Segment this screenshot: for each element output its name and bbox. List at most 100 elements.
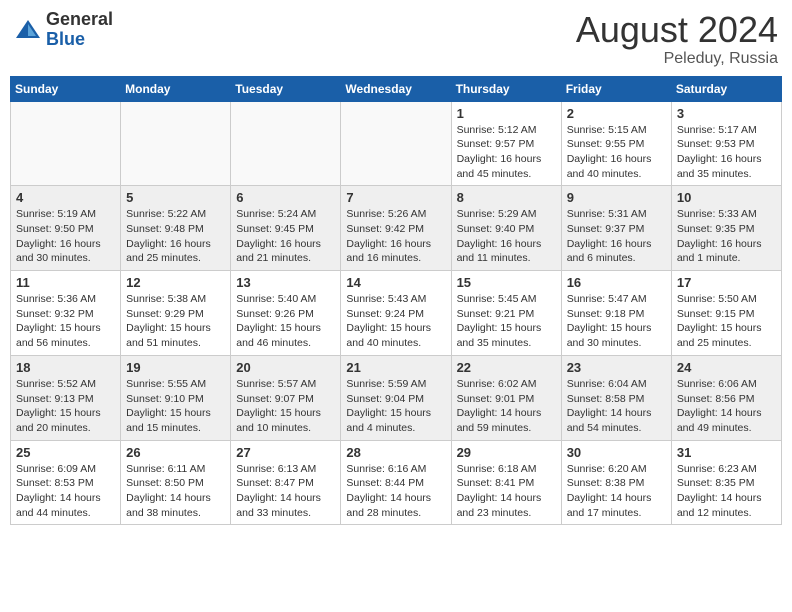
- day-number: 16: [567, 275, 666, 290]
- day-info: Sunrise: 6:18 AM Sunset: 8:41 PM Dayligh…: [457, 462, 556, 521]
- calendar-day-cell: 3 Sunrise: 5:17 AM Sunset: 9:53 PM Daylig…: [671, 101, 781, 186]
- day-number: 24: [677, 360, 776, 375]
- day-info: Sunrise: 6:13 AM Sunset: 8:47 PM Dayligh…: [236, 462, 335, 521]
- calendar-day-cell: [121, 101, 231, 186]
- location-subtitle: Peleduy, Russia: [576, 50, 778, 68]
- day-number: 5: [126, 190, 225, 205]
- day-number: 8: [457, 190, 556, 205]
- logo-text: General Blue: [46, 10, 113, 50]
- weekday-header-row: SundayMondayTuesdayWednesdayThursdayFrid…: [11, 76, 782, 101]
- month-year-title: August 2024: [576, 10, 778, 50]
- day-number: 6: [236, 190, 335, 205]
- day-number: 19: [126, 360, 225, 375]
- calendar-day-cell: 23 Sunrise: 6:04 AM Sunset: 8:58 PM Dayli…: [561, 355, 671, 440]
- day-number: 29: [457, 445, 556, 460]
- day-number: 27: [236, 445, 335, 460]
- day-number: 31: [677, 445, 776, 460]
- day-info: Sunrise: 6:23 AM Sunset: 8:35 PM Dayligh…: [677, 462, 776, 521]
- day-number: 23: [567, 360, 666, 375]
- calendar-day-cell: 31 Sunrise: 6:23 AM Sunset: 8:35 PM Dayli…: [671, 440, 781, 525]
- calendar-day-cell: 27 Sunrise: 6:13 AM Sunset: 8:47 PM Dayli…: [231, 440, 341, 525]
- day-number: 11: [16, 275, 115, 290]
- day-number: 22: [457, 360, 556, 375]
- calendar-table: SundayMondayTuesdayWednesdayThursdayFrid…: [10, 76, 782, 526]
- calendar-week-row: 4 Sunrise: 5:19 AM Sunset: 9:50 PM Daylig…: [11, 186, 782, 271]
- calendar-day-cell: 21 Sunrise: 5:59 AM Sunset: 9:04 PM Dayli…: [341, 355, 451, 440]
- calendar-day-cell: 25 Sunrise: 6:09 AM Sunset: 8:53 PM Dayli…: [11, 440, 121, 525]
- calendar-day-cell: 28 Sunrise: 6:16 AM Sunset: 8:44 PM Dayli…: [341, 440, 451, 525]
- day-number: 18: [16, 360, 115, 375]
- logo-blue: Blue: [46, 30, 113, 50]
- weekday-header-friday: Friday: [561, 76, 671, 101]
- page-header: General Blue August 2024 Peleduy, Russia: [10, 10, 782, 68]
- day-info: Sunrise: 5:17 AM Sunset: 9:53 PM Dayligh…: [677, 123, 776, 182]
- day-number: 13: [236, 275, 335, 290]
- logo-general: General: [46, 10, 113, 30]
- day-info: Sunrise: 5:29 AM Sunset: 9:40 PM Dayligh…: [457, 207, 556, 266]
- day-number: 28: [346, 445, 445, 460]
- day-info: Sunrise: 6:02 AM Sunset: 9:01 PM Dayligh…: [457, 377, 556, 436]
- calendar-week-row: 1 Sunrise: 5:12 AM Sunset: 9:57 PM Daylig…: [11, 101, 782, 186]
- day-info: Sunrise: 5:59 AM Sunset: 9:04 PM Dayligh…: [346, 377, 445, 436]
- day-number: 15: [457, 275, 556, 290]
- day-info: Sunrise: 5:15 AM Sunset: 9:55 PM Dayligh…: [567, 123, 666, 182]
- day-info: Sunrise: 5:24 AM Sunset: 9:45 PM Dayligh…: [236, 207, 335, 266]
- calendar-day-cell: 26Sunrise: 6:11 AM Sunset: 8:50 PM Dayli…: [121, 440, 231, 525]
- day-number: 25: [16, 445, 115, 460]
- day-number: 3: [677, 106, 776, 121]
- day-info: Sunrise: 6:20 AM Sunset: 8:38 PM Dayligh…: [567, 462, 666, 521]
- calendar-day-cell: 7 Sunrise: 5:26 AM Sunset: 9:42 PM Daylig…: [341, 186, 451, 271]
- calendar-day-cell: 8 Sunrise: 5:29 AM Sunset: 9:40 PM Daylig…: [451, 186, 561, 271]
- calendar-week-row: 25 Sunrise: 6:09 AM Sunset: 8:53 PM Dayli…: [11, 440, 782, 525]
- day-info: Sunrise: 6:09 AM Sunset: 8:53 PM Dayligh…: [16, 462, 115, 521]
- calendar-day-cell: [231, 101, 341, 186]
- calendar-day-cell: 24 Sunrise: 6:06 AM Sunset: 8:56 PM Dayli…: [671, 355, 781, 440]
- logo: General Blue: [14, 10, 113, 50]
- day-info: Sunrise: 5:52 AM Sunset: 9:13 PM Dayligh…: [16, 377, 115, 436]
- calendar-day-cell: 13 Sunrise: 5:40 AM Sunset: 9:26 PM Dayli…: [231, 271, 341, 356]
- calendar-day-cell: 15 Sunrise: 5:45 AM Sunset: 9:21 PM Dayli…: [451, 271, 561, 356]
- calendar-day-cell: 22 Sunrise: 6:02 AM Sunset: 9:01 PM Dayli…: [451, 355, 561, 440]
- day-number: 4: [16, 190, 115, 205]
- calendar-day-cell: [341, 101, 451, 186]
- day-info: Sunrise: 5:12 AM Sunset: 9:57 PM Dayligh…: [457, 123, 556, 182]
- day-info: Sunrise: 5:38 AM Sunset: 9:29 PM Dayligh…: [126, 292, 225, 351]
- day-number: 9: [567, 190, 666, 205]
- day-number: 2: [567, 106, 666, 121]
- day-info: Sunrise: 5:19 AM Sunset: 9:50 PM Dayligh…: [16, 207, 115, 266]
- day-info: Sunrise: 6:06 AM Sunset: 8:56 PM Dayligh…: [677, 377, 776, 436]
- weekday-header-tuesday: Tuesday: [231, 76, 341, 101]
- weekday-header-wednesday: Wednesday: [341, 76, 451, 101]
- day-info: Sunrise: 5:57 AM Sunset: 9:07 PM Dayligh…: [236, 377, 335, 436]
- calendar-day-cell: 4 Sunrise: 5:19 AM Sunset: 9:50 PM Daylig…: [11, 186, 121, 271]
- day-number: 10: [677, 190, 776, 205]
- day-info: Sunrise: 5:26 AM Sunset: 9:42 PM Dayligh…: [346, 207, 445, 266]
- calendar-day-cell: 2 Sunrise: 5:15 AM Sunset: 9:55 PM Daylig…: [561, 101, 671, 186]
- logo-icon: [14, 16, 42, 44]
- calendar-day-cell: 16Sunrise: 5:47 AM Sunset: 9:18 PM Dayli…: [561, 271, 671, 356]
- calendar-day-cell: 20 Sunrise: 5:57 AM Sunset: 9:07 PM Dayli…: [231, 355, 341, 440]
- day-info: Sunrise: 5:50 AM Sunset: 9:15 PM Dayligh…: [677, 292, 776, 351]
- day-number: 21: [346, 360, 445, 375]
- calendar-day-cell: 9Sunrise: 5:31 AM Sunset: 9:37 PM Daylig…: [561, 186, 671, 271]
- day-info: Sunrise: 6:11 AM Sunset: 8:50 PM Dayligh…: [126, 462, 225, 521]
- day-info: Sunrise: 6:16 AM Sunset: 8:44 PM Dayligh…: [346, 462, 445, 521]
- day-info: Sunrise: 5:22 AM Sunset: 9:48 PM Dayligh…: [126, 207, 225, 266]
- calendar-day-cell: 19Sunrise: 5:55 AM Sunset: 9:10 PM Dayli…: [121, 355, 231, 440]
- day-number: 7: [346, 190, 445, 205]
- day-number: 1: [457, 106, 556, 121]
- weekday-header-thursday: Thursday: [451, 76, 561, 101]
- day-info: Sunrise: 5:45 AM Sunset: 9:21 PM Dayligh…: [457, 292, 556, 351]
- calendar-day-cell: 14Sunrise: 5:43 AM Sunset: 9:24 PM Dayli…: [341, 271, 451, 356]
- day-number: 20: [236, 360, 335, 375]
- calendar-day-cell: 5 Sunrise: 5:22 AM Sunset: 9:48 PM Daylig…: [121, 186, 231, 271]
- day-info: Sunrise: 5:40 AM Sunset: 9:26 PM Dayligh…: [236, 292, 335, 351]
- calendar-day-cell: [11, 101, 121, 186]
- calendar-day-cell: 11Sunrise: 5:36 AM Sunset: 9:32 PM Dayli…: [11, 271, 121, 356]
- weekday-header-sunday: Sunday: [11, 76, 121, 101]
- day-number: 12: [126, 275, 225, 290]
- title-section: August 2024 Peleduy, Russia: [576, 10, 778, 68]
- weekday-header-monday: Monday: [121, 76, 231, 101]
- calendar-day-cell: 30Sunrise: 6:20 AM Sunset: 8:38 PM Dayli…: [561, 440, 671, 525]
- day-info: Sunrise: 6:04 AM Sunset: 8:58 PM Dayligh…: [567, 377, 666, 436]
